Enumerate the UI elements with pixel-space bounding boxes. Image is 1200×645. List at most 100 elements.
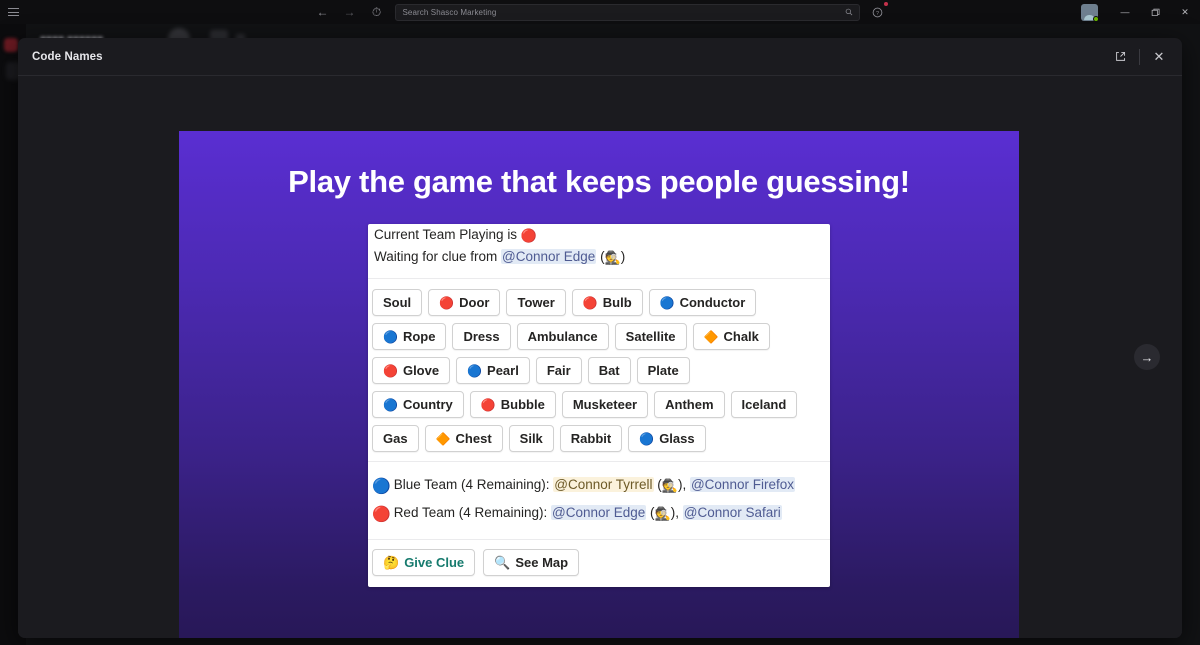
word-card[interactable]: Tower: [506, 289, 566, 316]
word-card[interactable]: Plate: [636, 357, 690, 384]
word-label: Fair: [546, 363, 571, 378]
title-bar: ← → ⏱ Search Shasco Marketing ? — ✕: [0, 0, 1200, 24]
word-grid: Soul 🔴 Door Tower 🔴 Bulb 🔵 Conductor 🔵 Rope …: [368, 279, 830, 462]
marker-icon: 🔴: [480, 397, 496, 412]
paren-close: ),: [677, 477, 690, 492]
word-label: Tower: [517, 295, 555, 310]
word-label: Iceland: [741, 397, 787, 412]
mention-spymaster[interactable]: @Connor Tyrrell: [553, 477, 654, 492]
word-label: Bulb: [602, 295, 632, 310]
spy-icon: 🕵️: [604, 250, 621, 265]
word-card[interactable]: Silk: [508, 425, 554, 452]
app-window: ← → ⏱ Search Shasco Marketing ? — ✕ Code…: [0, 0, 1200, 645]
arrow-right-icon[interactable]: →: [341, 3, 359, 21]
presence-available-icon: [1093, 15, 1099, 22]
word-card[interactable]: Ambulance: [516, 323, 609, 350]
popout-icon[interactable]: [1103, 43, 1137, 71]
word-label: Rope: [402, 329, 436, 344]
team-remaining: (4 Remaining):: [454, 505, 552, 520]
word-card[interactable]: 🔴 Bulb: [571, 289, 643, 316]
title-bar-right: — ✕: [1081, 0, 1200, 24]
thinking-face-icon: 🤔: [383, 555, 400, 570]
word-card[interactable]: 🔶 Chest: [424, 425, 503, 452]
word-row: Gas 🔶 Chest Silk Rabbit 🔵 Glass: [372, 425, 826, 452]
search-input[interactable]: Search Shasco Marketing: [394, 3, 860, 21]
close-icon[interactable]: ✕: [1142, 43, 1176, 71]
paren-open: (: [646, 505, 655, 520]
word-label: Conductor: [679, 295, 746, 310]
give-clue-button[interactable]: 🤔 Give Clue: [372, 549, 476, 576]
word-label: Anthem: [665, 397, 714, 412]
word-label: Country: [402, 397, 453, 412]
mention-operative[interactable]: @Connor Firefox: [689, 477, 795, 492]
word-card[interactable]: Anthem: [654, 391, 725, 418]
marker-icon: 🔵: [659, 295, 675, 310]
marker-icon: 🔵: [383, 397, 398, 412]
help-circle-icon[interactable]: ?: [869, 2, 888, 21]
see-map-button[interactable]: 🔍 See Map: [483, 549, 580, 576]
word-card[interactable]: 🔵 Pearl: [456, 357, 530, 384]
paren-close: ),: [670, 505, 683, 520]
marker-icon: 🔶: [703, 329, 719, 344]
word-card[interactable]: 🔴 Glove: [372, 357, 451, 384]
word-card[interactable]: Satellite: [614, 323, 687, 350]
marker-icon: 🔵: [639, 431, 655, 446]
word-card[interactable]: 🔶 Chalk: [692, 323, 770, 350]
modal-header: Code Names ✕: [18, 38, 1182, 76]
avatar[interactable]: [1081, 3, 1099, 22]
word-card[interactable]: 🔵 Country: [372, 391, 464, 418]
word-card[interactable]: Musketeer: [561, 391, 649, 418]
word-card[interactable]: Iceland: [730, 391, 798, 418]
word-card[interactable]: Soul: [372, 289, 423, 316]
spy-icon: 🕵️: [661, 478, 678, 493]
clock-icon[interactable]: ⏱: [368, 3, 386, 21]
word-label: Pearl: [487, 363, 519, 378]
team-remaining: (4 Remaining):: [457, 477, 554, 492]
word-card[interactable]: Bat: [587, 357, 631, 384]
paren-open: (: [653, 477, 662, 492]
game-status: Current Team Playing is 🔴 Waiting for cl…: [368, 224, 830, 279]
word-row: Soul 🔴 Door Tower 🔴 Bulb 🔵 Conductor: [372, 289, 826, 316]
mention-operative[interactable]: @Connor Safari: [682, 505, 782, 520]
magnifier-icon: 🔍: [494, 555, 511, 570]
word-row: 🔴 Glove 🔵 Pearl Fair Bat Plate: [372, 357, 826, 384]
modal-title: Code Names: [32, 50, 103, 63]
word-card[interactable]: Rabbit: [559, 425, 623, 452]
mention-spymaster[interactable]: @Connor Edge: [551, 505, 647, 520]
current-team-line: Current Team Playing is 🔴: [372, 224, 826, 246]
game-card: Current Team Playing is 🔴 Waiting for cl…: [368, 224, 830, 587]
word-label: Dress: [463, 329, 500, 344]
arrow-left-icon[interactable]: ←: [314, 3, 332, 21]
word-card[interactable]: 🔵 Conductor: [648, 289, 757, 316]
word-label: Soul: [383, 295, 412, 310]
team-name: Red Team: [393, 505, 455, 520]
word-label: Musketeer: [572, 397, 638, 412]
red-circle-icon: 🔴: [520, 228, 537, 243]
waiting-label: Waiting for clue from: [374, 249, 502, 264]
close-button[interactable]: ✕: [1170, 0, 1200, 24]
modal-body: Play the game that keeps people guessing…: [18, 76, 1182, 638]
word-label: Glove: [402, 363, 440, 378]
word-card[interactable]: 🔴 Bubble: [469, 391, 556, 418]
team-name: Blue Team: [393, 477, 458, 492]
word-card[interactable]: Fair: [535, 357, 582, 384]
minimize-button[interactable]: —: [1110, 0, 1140, 24]
word-card[interactable]: Gas: [372, 425, 419, 452]
modal-header-actions: ✕: [1103, 43, 1176, 71]
search-icon: [845, 8, 853, 16]
red-circle-icon: 🔴: [372, 506, 391, 523]
word-label: Silk: [519, 431, 543, 446]
word-card[interactable]: 🔵 Rope: [372, 323, 447, 350]
word-card[interactable]: 🔵 Glass: [628, 425, 706, 452]
word-card[interactable]: Dress: [452, 323, 511, 350]
svg-text:?: ?: [876, 10, 879, 16]
maximize-button[interactable]: [1140, 0, 1170, 24]
see-map-label: See Map: [515, 555, 569, 570]
mention-connor-edge[interactable]: @Connor Edge: [501, 249, 597, 264]
word-label: Satellite: [625, 329, 676, 344]
marker-icon: 🔴: [383, 363, 398, 378]
page-title: Play the game that keeps people guessing…: [288, 164, 910, 199]
word-card[interactable]: 🔴 Door: [428, 289, 501, 316]
next-button[interactable]: →: [1134, 344, 1160, 370]
paren-open: (: [596, 249, 605, 264]
